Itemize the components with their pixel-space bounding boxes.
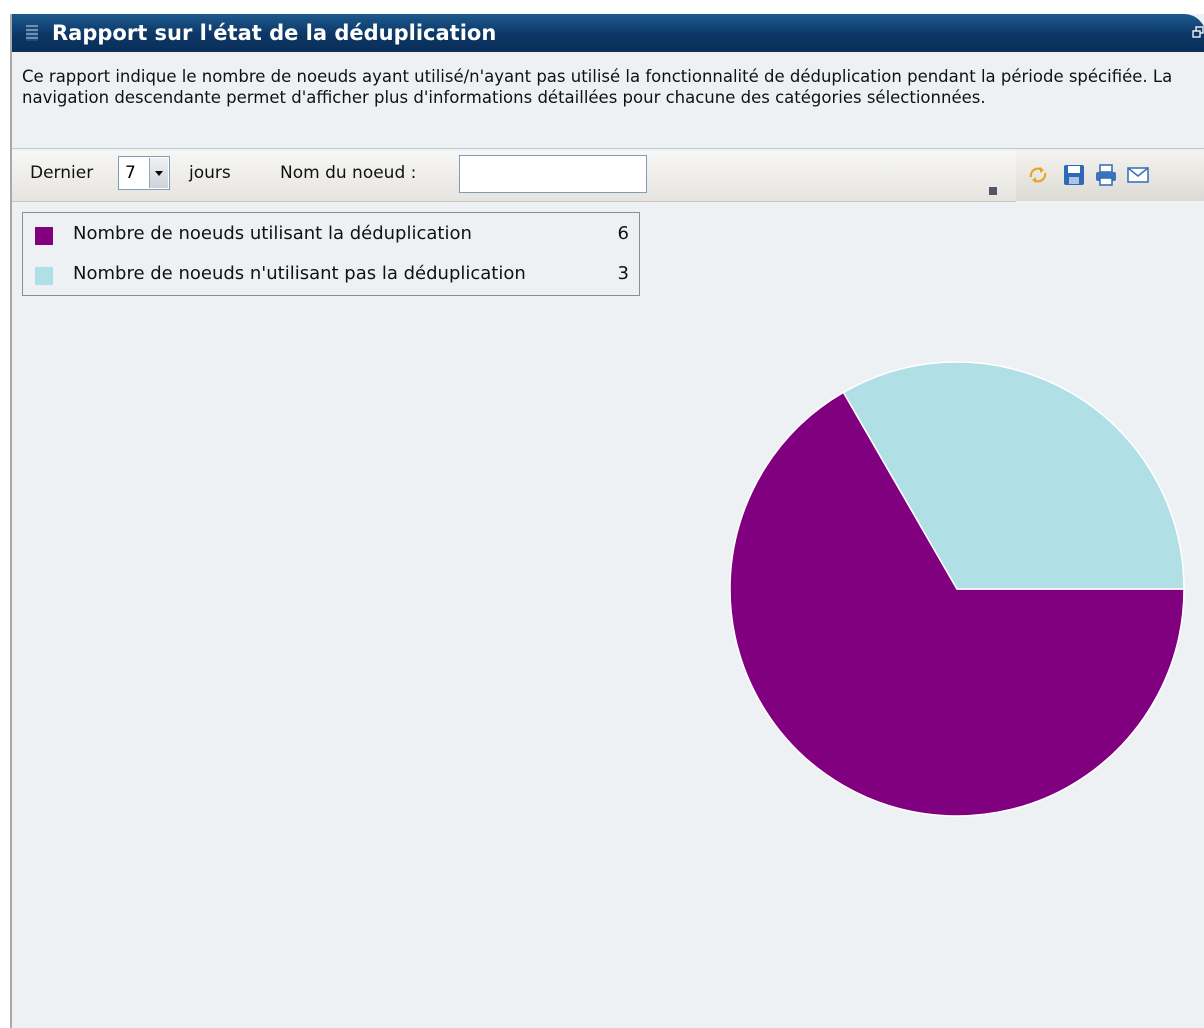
report-panel: Rapport sur l'état de la déduplication C…: [10, 14, 1204, 1028]
dedup-pie-chart: [729, 361, 1185, 817]
